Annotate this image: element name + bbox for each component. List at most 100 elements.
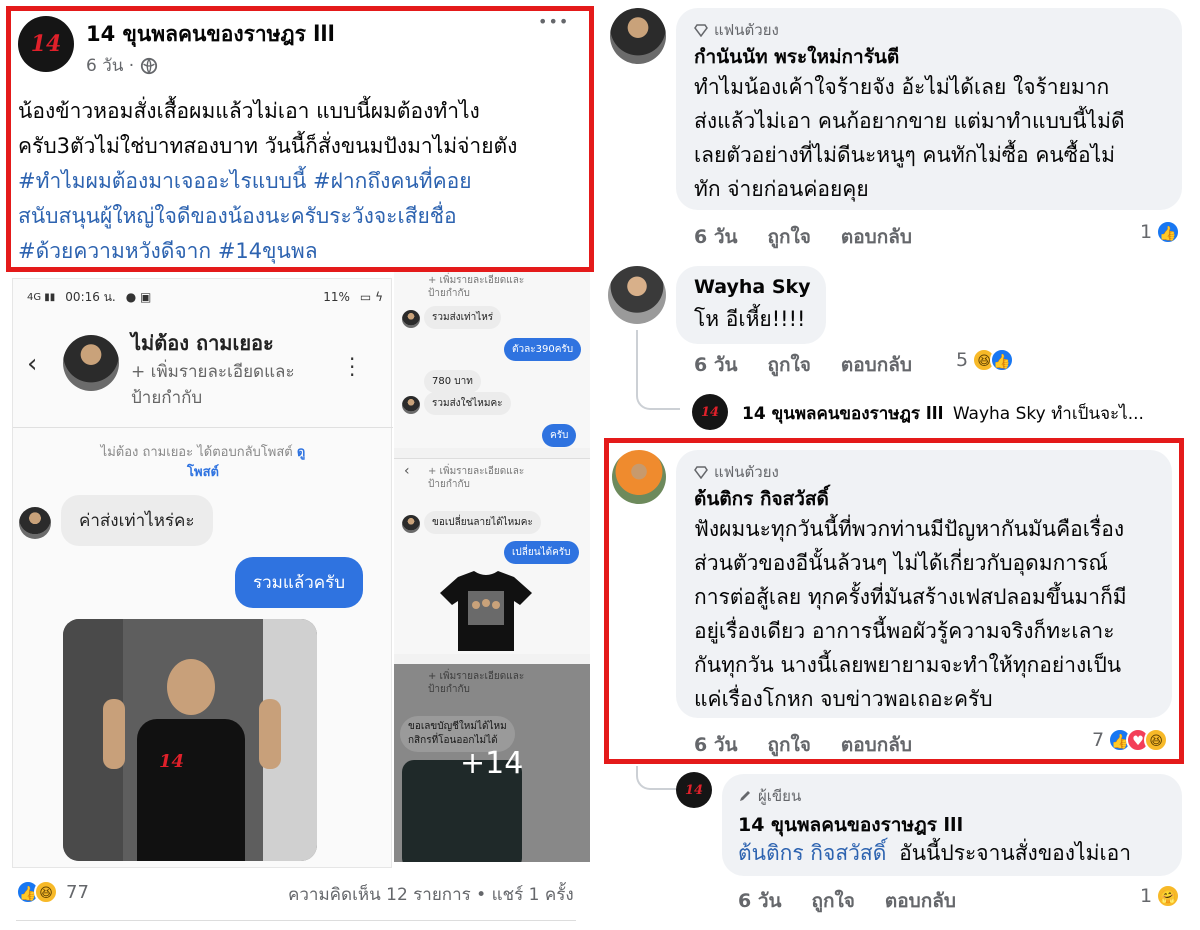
status-icons: ● ▣ — [125, 290, 152, 304]
thumb-message: เปลี่ยนได้ครับ — [504, 541, 579, 564]
page-avatar[interactable]: 14 — [676, 772, 712, 808]
post-link[interactable]: โพสต์ — [187, 465, 219, 480]
like-button[interactable]: ถูกใจ — [768, 350, 811, 380]
contact-name: ไม่ต้อง ถามเยอะ — [131, 331, 274, 355]
commenter-avatar[interactable] — [612, 450, 666, 504]
thumb-avatar — [402, 310, 420, 328]
incoming-message: ค่าส่งเท่าไหร่คะ — [61, 495, 213, 546]
thumb-sub-line: ป้ายกำกับ — [428, 479, 470, 490]
comment-actions: 6 วัน ถูกใจ ตอบกลับ — [694, 730, 912, 760]
thumb-sub-line: ป้ายกำกับ — [428, 288, 470, 299]
page-avatar[interactable]: 14 — [692, 394, 728, 430]
comment-reactions[interactable]: 1 👍 — [1140, 220, 1181, 244]
chat-thumbnail[interactable]: ‹ + เพิ่มรายละเอียดและ ป้ายกำกับ ขอเปลี่… — [394, 458, 590, 654]
post-text-line: ครับ3ตัวไม่ใช่บาทสองบาท วันนี้ก็สั่งขนมป… — [18, 134, 518, 158]
badge-label: แฟนตัวยง — [714, 21, 779, 39]
outgoing-message: รวมแล้วครับ — [235, 557, 364, 608]
commenter-name[interactable]: Wayha Sky — [694, 276, 811, 298]
reply-button[interactable]: ตอบกลับ — [841, 222, 912, 252]
chat-thumbnail-more[interactable]: + เพิ่มรายละเอียดและ ป้ายกำกับ ขอเลขบัญช… — [394, 664, 590, 862]
reaction-count: 1 — [1140, 885, 1153, 907]
comment-line: ทำไมน้องเค้าใจร้ายจัง อ้ะไม่ได้เลย ใจร้า… — [694, 75, 1110, 99]
more-photos-count[interactable]: +14 — [460, 746, 523, 781]
comment-text: ต้นติกร กิจสวัสดิ์ อันนี้ประจานสั่งของไม… — [738, 836, 1178, 870]
page-avatar[interactable]: 14 — [18, 16, 74, 72]
post-meta: 6 วัน · — [86, 52, 158, 79]
mention-link[interactable]: ต้นติกร กิจสวัสดิ์ — [738, 841, 886, 865]
comment-line: กันทุกวัน นางนี้เลยพยายามจะทำให้ทุกอย่าง… — [694, 653, 1122, 677]
comment-reactions[interactable]: 1 🤗 — [1140, 884, 1181, 908]
post-more-button[interactable]: ••• — [538, 12, 569, 31]
post-reactions[interactable]: 👍 😆 77 — [16, 880, 89, 904]
contact-avatar[interactable] — [63, 335, 119, 391]
status-time: 00:16 น. — [65, 289, 116, 304]
comment-time[interactable]: 6 วัน — [694, 350, 738, 380]
care-reaction-icon: 🤗 — [1156, 884, 1181, 908]
post-body: น้องข้าวหอมสั่งเสื้อผมแล้วไม่เอา แบบนี้ผ… — [18, 94, 588, 269]
thumb-message: รวมส่งเท่าไหร่ — [424, 306, 502, 329]
commenter-avatar[interactable] — [610, 8, 666, 64]
reply-button[interactable]: ตอบกลับ — [841, 730, 912, 760]
like-button[interactable]: ถูกใจ — [812, 886, 855, 916]
comment-text: ทำไมน้องเค้าใจร้ายจัง อ้ะไม่ได้เลย ใจร้า… — [694, 70, 1174, 206]
more-options-icon[interactable]: · · · — [349, 349, 355, 385]
comment-time[interactable]: 6 วัน — [738, 886, 782, 916]
comment-line: แค่เรื่องโกหก จบข่าวพอเถอะครับ — [694, 687, 993, 711]
commenter-name[interactable]: ต้นติกร กิจสวัสดิ์ — [694, 484, 829, 514]
status-bar: 4G ▮▮ 00:16 น. ● ▣ 11% ▭ ϟ — [27, 287, 383, 307]
contact-sub-line: + เพิ่มรายละเอียดและ — [131, 362, 295, 382]
comment-line: ทัก จ่ายก่อนค่อยคุย — [694, 177, 869, 201]
comment-time[interactable]: 6 วัน — [694, 730, 738, 760]
contact-sub-line: ป้ายกำกับ — [131, 388, 203, 408]
top-fan-badge: แฟนตัวยง — [694, 18, 779, 42]
thumbnail-column: + เพิ่มรายละเอียดและ ป้ายกำกับ รวมส่งเท่… — [394, 272, 590, 862]
comment-actions: 6 วัน ถูกใจ ตอบกลับ — [694, 222, 912, 252]
battery-level: 11% — [323, 290, 350, 304]
like-button[interactable]: ถูกใจ — [768, 730, 811, 760]
comment-reactions[interactable]: 5 😆 👍 — [956, 348, 1015, 372]
thumb-message: ตัวละ390ครับ — [504, 338, 582, 361]
divider — [13, 427, 393, 428]
pencil-icon — [740, 791, 750, 801]
commenter-avatar[interactable] — [608, 266, 666, 324]
comment-reactions[interactable]: 7 👍 ♥ 😆 — [1092, 728, 1169, 752]
battery-icon: ▭ ϟ — [359, 290, 383, 304]
post-hashtags[interactable]: สนับสนุนผู้ใหญ่ใจดีของน้องนะครับระวังจะเ… — [18, 199, 588, 234]
post-hashtags[interactable]: #ด้วยความหวังดีจาก #14ขุนพล — [18, 234, 588, 269]
thumb-subtitle: + เพิ่มรายละเอียดและ ป้ายกำกับ — [428, 465, 524, 491]
comment-line: ส่งแล้วไม่เอา คนก้อยากขาย แต่มาทำแบบนี้ไ… — [694, 109, 1125, 133]
reply-author: 14 ขุนพลคนของราษฎร lll — [742, 404, 944, 424]
tshirt-image — [438, 571, 534, 651]
view-link[interactable]: ดู — [297, 445, 305, 460]
chat-thumbnail[interactable]: + เพิ่มรายละเอียดและ ป้ายกำกับ รวมส่งเท่… — [394, 272, 590, 448]
thumb-message: 780 บาท — [424, 370, 481, 393]
back-icon[interactable]: ‹ — [27, 349, 37, 379]
thumb-message: ครับ — [542, 424, 577, 447]
commenter-name[interactable]: กำนันนัท พระใหม่การันตี — [694, 42, 899, 72]
signal-icon: 4G ▮▮ — [27, 291, 56, 303]
collapsed-reply[interactable]: 14 ขุนพลคนของราษฎร lll Wayha Sky ทำเป็นจ… — [742, 400, 1144, 427]
thumb-avatar — [402, 396, 420, 414]
contact-subtitle[interactable]: + เพิ่มรายละเอียดและ ป้ายกำกับ — [131, 359, 295, 411]
reaction-count: 1 — [1140, 221, 1153, 243]
reaction-count: 5 — [956, 349, 969, 371]
top-fan-badge: แฟนตัวยง — [694, 460, 779, 484]
comment-text: โห อีเหี้ย!!!! — [694, 307, 806, 331]
comment-line: ส่วนตัวของอีนั้นล้วนๆ ไม่ได้เกี่ยวกับอุด… — [694, 551, 1108, 575]
reply-button[interactable]: ตอบกลับ — [841, 350, 912, 380]
thumb-message: ขอเปลี่ยนลายได้ไหมคะ — [424, 511, 541, 534]
messenger-screenshot: 4G ▮▮ 00:16 น. ● ▣ 11% ▭ ϟ ‹ ไม่ต้อง ถาม… — [12, 278, 393, 868]
comment-text: ฟังผมนะทุกวันนี้ที่พวกท่านมีปัญหากันมันค… — [694, 512, 1170, 716]
comments-shares[interactable]: ความคิดเห็น 12 รายการ • แชร์ 1 ครั้ง — [288, 881, 574, 908]
author-badge: ผู้เขียน — [738, 784, 801, 808]
comment-time[interactable]: 6 วัน — [694, 222, 738, 252]
back-icon: ‹ — [404, 463, 410, 479]
like-button[interactable]: ถูกใจ — [768, 222, 811, 252]
post-hashtags[interactable]: #ทำไมผมต้องมาเจออะไรแบบนี้ #ฝากถึงคนที่ค… — [18, 164, 588, 199]
shirt-photo[interactable]: 14 — [63, 619, 317, 861]
reply-button[interactable]: ตอบกลับ — [885, 886, 956, 916]
reply-thread-line — [636, 330, 680, 410]
post-time[interactable]: 6 วัน · — [86, 52, 134, 79]
post-page-name[interactable]: 14 ขุนพลคนของราษฎร lll — [86, 18, 335, 51]
haha-reaction-icon: 😆 — [1144, 728, 1169, 752]
